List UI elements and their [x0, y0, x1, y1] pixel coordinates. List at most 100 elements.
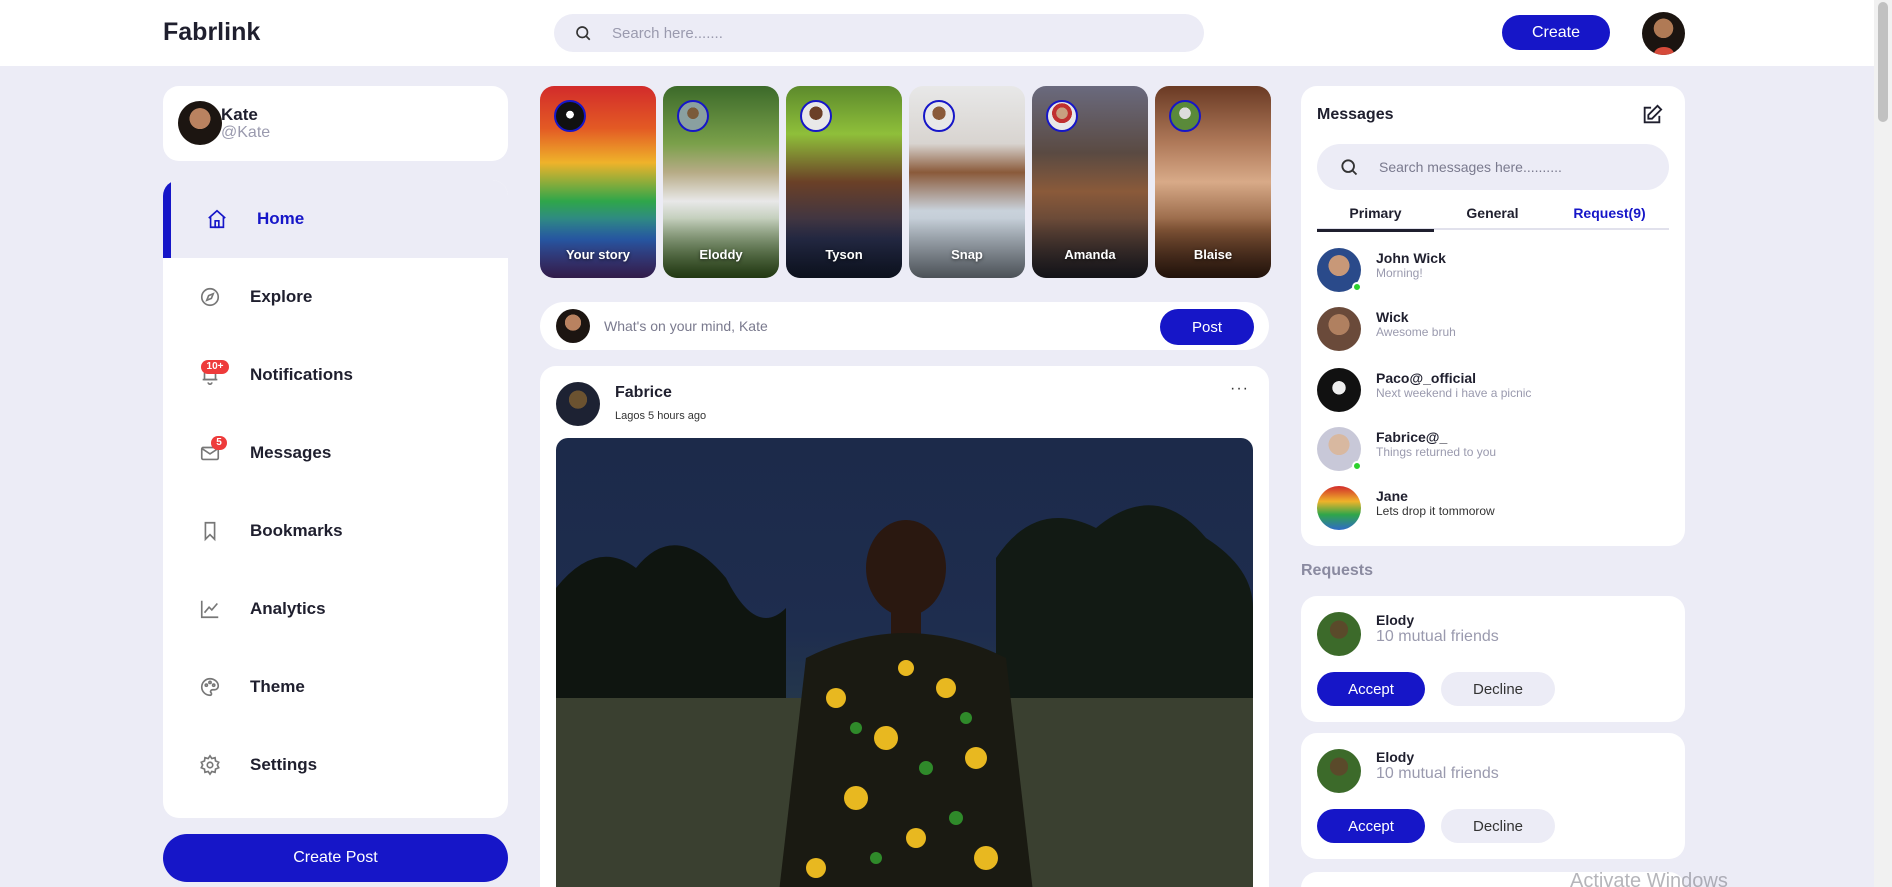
- message-item[interactable]: Wick Awesome bruh: [1317, 307, 1669, 355]
- scrollbar-thumb[interactable]: [1878, 2, 1888, 122]
- message-sender: Fabrice@_: [1376, 429, 1448, 445]
- story-avatar: [677, 100, 709, 132]
- messages-title: Messages: [1317, 106, 1394, 123]
- post-meta: Lagos 5 hours ago: [615, 410, 707, 422]
- sidebar-item-explore[interactable]: Explore: [163, 258, 508, 336]
- sidebar-item-label: Bookmarks: [250, 521, 343, 540]
- story-card[interactable]: Your story: [540, 86, 656, 278]
- story-avatar: [1169, 100, 1201, 132]
- search-icon: [1341, 159, 1358, 176]
- sidebar-item-analytics[interactable]: Analytics: [163, 570, 508, 648]
- message-sender: Wick: [1376, 309, 1409, 325]
- decline-button[interactable]: Decline: [1441, 672, 1555, 706]
- user-avatar[interactable]: [1642, 12, 1685, 55]
- story-card[interactable]: Amanda: [1032, 86, 1148, 278]
- story-label: Snap: [951, 247, 983, 262]
- story-label: Amanda: [1064, 247, 1116, 262]
- message-avatar: [1317, 307, 1361, 351]
- compass-icon: [200, 287, 220, 307]
- post-composer: Post: [540, 302, 1269, 350]
- post-author-avatar[interactable]: [556, 382, 600, 426]
- message-item[interactable]: Paco@_official Next weekend i have a pic…: [1317, 368, 1669, 416]
- home-icon: [208, 209, 226, 229]
- app-logo[interactable]: Fabrlink: [163, 18, 260, 47]
- sidebar-item-settings[interactable]: Settings: [163, 726, 508, 804]
- message-preview: Lets drop it tommorow: [1376, 504, 1495, 518]
- request-name[interactable]: Elody: [1376, 749, 1414, 765]
- message-avatar: [1317, 486, 1361, 530]
- composer-avatar: [556, 309, 590, 343]
- top-search-input[interactable]: [612, 14, 1182, 52]
- tab-general[interactable]: General: [1434, 204, 1551, 230]
- post-author-name[interactable]: Fabrice: [615, 384, 672, 402]
- online-indicator: [1352, 461, 1362, 471]
- gear-icon: [200, 754, 220, 776]
- windows-activation-watermark: Activate Windows: [1570, 870, 1728, 887]
- message-preview: Morning!: [1376, 266, 1423, 280]
- sidebar-item-label: Notifications: [250, 365, 353, 384]
- story-card[interactable]: Blaise: [1155, 86, 1271, 278]
- create-post-button[interactable]: Create Post: [163, 834, 508, 882]
- tab-requests[interactable]: Request(9): [1551, 204, 1668, 230]
- story-card[interactable]: Snap: [909, 86, 1025, 278]
- top-search-bar[interactable]: [554, 14, 1204, 52]
- accept-button[interactable]: Accept: [1317, 672, 1425, 706]
- sidebar-item-bookmarks[interactable]: Bookmarks: [163, 492, 508, 570]
- chart-line-icon: [200, 600, 219, 619]
- profile-card[interactable]: Kate @Kate: [163, 86, 508, 161]
- search-icon: [576, 26, 591, 41]
- feed-post: Fabrice Lagos 5 hours ago ···: [540, 366, 1269, 887]
- request-avatar[interactable]: [1317, 749, 1361, 793]
- request-mutual-friends: 10 mutual friends: [1376, 765, 1499, 782]
- messages-tabs: Primary General Request(9): [1317, 204, 1669, 232]
- story-label: Blaise: [1193, 247, 1233, 262]
- profile-name: Kate: [221, 105, 258, 124]
- sidebar-item-messages[interactable]: 5 Messages: [163, 414, 508, 492]
- page-scrollbar[interactable]: [1874, 0, 1892, 887]
- story-label: Your story: [565, 247, 631, 262]
- bookmark-icon: [204, 521, 216, 542]
- palette-icon: [201, 677, 220, 697]
- sidebar-item-label: Theme: [250, 677, 305, 696]
- post-button[interactable]: Post: [1160, 309, 1254, 345]
- message-preview: Awesome bruh: [1376, 325, 1456, 339]
- accept-button[interactable]: Accept: [1317, 809, 1425, 843]
- post-more-icon[interactable]: ···: [1230, 380, 1249, 398]
- message-item[interactable]: Fabrice@_ Things returned to you: [1317, 427, 1669, 475]
- friend-request-card: Elody 10 mutual friends Accept Decline: [1301, 596, 1685, 722]
- request-avatar[interactable]: [1317, 612, 1361, 656]
- sidebar-item-notifications[interactable]: 10+ Notifications: [163, 336, 508, 414]
- post-photo[interactable]: [556, 438, 1253, 887]
- story-card[interactable]: Eloddy: [663, 86, 779, 278]
- composer-input[interactable]: [604, 302, 1084, 350]
- messages-search-bar[interactable]: [1317, 144, 1669, 190]
- top-navbar: Fabrlink Create: [0, 0, 1874, 66]
- messages-search-input[interactable]: [1379, 144, 1659, 190]
- message-preview: Next weekend i have a picnic: [1376, 386, 1532, 400]
- story-avatar: [923, 100, 955, 132]
- message-item[interactable]: John Wick Morning!: [1317, 248, 1669, 296]
- story-card[interactable]: Tyson: [786, 86, 902, 278]
- sidebar-item-theme[interactable]: Theme: [163, 648, 508, 726]
- friend-request-card: Elody 10 mutual friends Accept Decline: [1301, 733, 1685, 859]
- message-preview: Things returned to you: [1376, 445, 1497, 459]
- online-indicator: [1352, 282, 1362, 292]
- tab-primary[interactable]: Primary: [1317, 204, 1434, 232]
- story-avatar: [554, 100, 586, 132]
- story-avatar: [1046, 100, 1078, 132]
- requests-heading: Requests: [1301, 562, 1374, 579]
- message-sender: John Wick: [1376, 250, 1446, 266]
- profile-handle: @Kate: [221, 124, 271, 141]
- decline-button[interactable]: Decline: [1441, 809, 1555, 843]
- sidebar-item-home[interactable]: Home: [163, 180, 508, 258]
- message-item[interactable]: Jane Lets drop it tommorow: [1317, 486, 1669, 534]
- edit-icon[interactable]: [1641, 104, 1663, 126]
- request-name[interactable]: Elody: [1376, 612, 1414, 628]
- sidebar-item-label: Messages: [250, 443, 332, 462]
- messages-panel: Messages Primary General Request(9) John…: [1301, 86, 1685, 546]
- post-photo-illustration: [556, 505, 1253, 887]
- create-button[interactable]: Create: [1502, 15, 1610, 50]
- message-sender: Jane: [1376, 488, 1408, 504]
- request-mutual-friends: 10 mutual friends: [1376, 628, 1499, 645]
- sidebar-item-label: Settings: [250, 755, 318, 774]
